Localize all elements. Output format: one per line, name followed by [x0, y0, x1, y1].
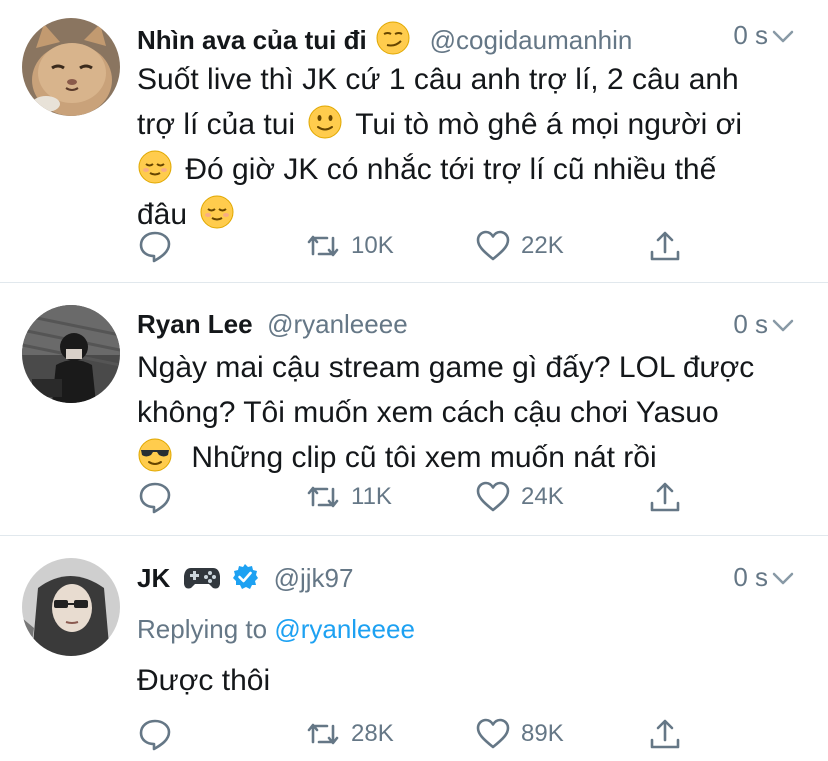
retweet-button[interactable]: 28K	[305, 714, 394, 754]
tweet-actions: 10K 22K	[137, 226, 697, 266]
retweet-button[interactable]: 11K	[305, 477, 392, 517]
user-handle[interactable]: @cogidaumanhin	[430, 25, 633, 55]
share-icon	[650, 231, 680, 261]
heart-icon	[476, 718, 510, 749]
reply-icon	[139, 231, 171, 263]
retweet-button[interactable]: 10K	[305, 226, 394, 266]
replying-to-label: Replying to	[137, 614, 268, 644]
like-button[interactable]: 22K	[475, 226, 564, 266]
retweet-count: 11K	[351, 483, 392, 510]
like-button[interactable]: 89K	[475, 714, 564, 754]
video-game-emoji-icon	[183, 568, 220, 589]
relieved-emoji-icon	[200, 195, 234, 229]
like-button[interactable]: 24K	[475, 477, 564, 517]
avatar-jk[interactable]	[22, 558, 120, 656]
display-name[interactable]: JK	[137, 563, 170, 593]
relieved-emoji-icon	[138, 150, 172, 184]
retweet-icon	[307, 486, 339, 508]
smirk-emoji-icon	[376, 21, 410, 55]
share-button[interactable]	[647, 477, 683, 517]
timestamp[interactable]: 0 s	[733, 20, 768, 51]
chevron-down-icon[interactable]	[772, 26, 794, 48]
heart-icon	[476, 230, 510, 261]
tweet-header: Ryan Lee @ryanleeee 0 s	[137, 309, 828, 349]
avatar-cat[interactable]	[22, 18, 120, 116]
tweet-text-line: Đó giờ JK có nhắc tới trợ lí cũ nhiều th…	[137, 147, 797, 192]
share-button[interactable]	[647, 226, 683, 266]
retweet-count: 28K	[351, 720, 394, 747]
share-button[interactable]	[647, 714, 683, 754]
like-count: 89K	[521, 720, 564, 747]
display-name[interactable]: Ryan Lee	[137, 309, 253, 339]
avatar-ryan[interactable]	[22, 305, 120, 403]
user-handle[interactable]: @jjk97	[274, 563, 354, 593]
tweet-header: JK @jjk97 0 s	[137, 562, 828, 602]
tweet-header: Nhìn ava của tui đi @cogidaumanhin 0 s	[137, 20, 828, 60]
share-icon	[650, 482, 680, 512]
chevron-down-icon[interactable]	[772, 315, 794, 337]
timestamp[interactable]: 0 s	[733, 562, 768, 593]
tweet-text-line: trợ lí của tui Tui tò mò ghê á mọi người…	[137, 102, 797, 147]
tweet-text-line: Ngày mai cậu stream game gì đấy? LOL đượ…	[137, 351, 755, 384]
tweet-actions: 28K 89K	[137, 714, 697, 754]
tweet-3[interactable]: JK @jjk97 0 s Replying to @ryanleeee Đượ…	[0, 536, 828, 761]
tweet-actions: 11K 24K	[137, 477, 697, 517]
timestamp[interactable]: 0 s	[733, 309, 768, 340]
reply-button[interactable]	[137, 477, 173, 517]
like-count: 24K	[521, 483, 564, 510]
reply-icon	[139, 482, 171, 514]
tweet-text-line: Suốt live thì JK cứ 1 câu anh trợ lí, 2 …	[137, 63, 739, 96]
replying-to: Replying to @ryanleeee	[137, 614, 415, 645]
tweet-text: Ngày mai cậu stream game gì đấy? LOL đượ…	[137, 345, 797, 480]
tweet-text: Suốt live thì JK cứ 1 câu anh trợ lí, 2 …	[137, 57, 797, 237]
reply-button[interactable]	[137, 226, 173, 266]
user-handle[interactable]: @ryanleeee	[267, 309, 408, 339]
tweet-2[interactable]: Ryan Lee @ryanleeee 0 s Ngày mai cậu str…	[0, 283, 828, 535]
sunglasses-emoji-icon	[138, 438, 172, 472]
verified-badge-icon	[233, 564, 259, 589]
heart-icon	[476, 481, 510, 512]
slight-smile-emoji-icon	[308, 105, 342, 139]
tweet-text: Được thôi	[137, 658, 797, 703]
retweet-icon	[307, 723, 339, 745]
display-name[interactable]: Nhìn ava của tui đi	[137, 25, 367, 55]
tweet-text-line: Những clip cũ tôi xem muốn nát rồi	[137, 435, 797, 480]
tweet-text-line: không? Tôi muốn xem cách cậu chơi Yasuo	[137, 396, 719, 429]
replying-to-handle-link[interactable]: @ryanleeee	[274, 614, 415, 644]
reply-button[interactable]	[137, 714, 173, 754]
tweet-text-line: Được thôi	[137, 664, 271, 697]
retweet-icon	[307, 235, 339, 257]
like-count: 22K	[521, 232, 564, 259]
tweet-1[interactable]: Nhìn ava của tui đi @cogidaumanhin 0 s S…	[0, 0, 828, 282]
retweet-count: 10K	[351, 232, 394, 259]
share-icon	[650, 719, 680, 749]
chevron-down-icon[interactable]	[772, 568, 794, 590]
reply-icon	[139, 719, 171, 751]
